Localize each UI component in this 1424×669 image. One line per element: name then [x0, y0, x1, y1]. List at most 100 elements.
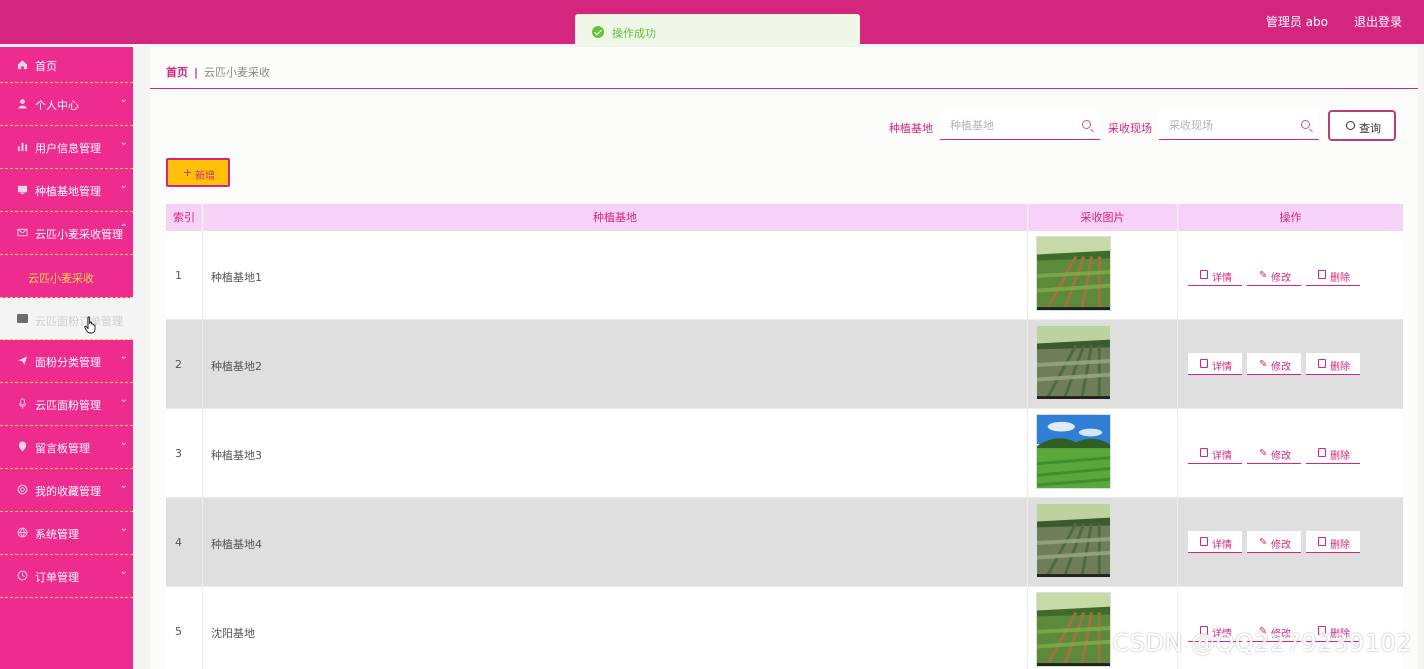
trash-icon: [1318, 537, 1326, 546]
cell-base: 种植基地4: [203, 498, 1028, 587]
harvest-photo[interactable]: [1036, 414, 1111, 489]
edit-icon: ✎: [1259, 448, 1268, 459]
detail-button[interactable]: 详情: [1188, 353, 1242, 375]
sidebar-item-home[interactable]: 首页: [0, 47, 133, 83]
document-icon: [1200, 270, 1208, 279]
cell-image: [1028, 409, 1178, 498]
sidebar-item-favorites[interactable]: 我的收藏管理 ⌄: [0, 469, 133, 512]
sidebar-subitem-label: 云匹小麦采收: [28, 272, 94, 285]
cell-image: [1028, 231, 1178, 320]
table-body: 1 种植基地1 详情 ✎ 修改 删除 2 种植基地2 详情 ✎ 修改 删除 3 …: [166, 231, 1403, 669]
sidebar-item-orders[interactable]: 订单管理 ⌄: [0, 555, 133, 598]
detail-button-label: 详情: [1212, 540, 1232, 551]
sidebar: 首页 个人中心 ⌄ 用户信息管理 ⌄ 种植基地管理 ⌄ 云匹小麦采收管理 ⌃ 云…: [0, 47, 133, 669]
detail-button[interactable]: 详情: [1188, 264, 1242, 286]
cell-base: 沈阳基地: [203, 587, 1028, 669]
admin-user-label[interactable]: 管理员 abo: [1266, 13, 1328, 30]
sidebar-item-label: 面粉分类管理: [35, 356, 101, 369]
document-icon: [1200, 359, 1208, 368]
logout-link[interactable]: 退出登录: [1354, 13, 1402, 30]
edit-button[interactable]: ✎ 修改: [1247, 531, 1301, 553]
sidebar-subitem-wheat-harvest[interactable]: 云匹小麦采收: [0, 255, 133, 298]
chevron-down-icon: ⌄: [119, 523, 128, 534]
col-header-index: 索引: [166, 204, 203, 231]
sidebar-item-planting-base[interactable]: 种植基地管理 ⌄: [0, 169, 133, 212]
success-toast: 操作成功: [575, 14, 860, 48]
harvest-photo[interactable]: [1036, 325, 1111, 400]
search-base-field[interactable]: [940, 111, 1100, 140]
col-header-image: 采收图片: [1028, 204, 1178, 231]
sidebar-item-label: 个人中心: [35, 99, 79, 112]
search-icon: [1346, 121, 1355, 130]
sidebar-item-flour[interactable]: 云匹面粉管理 ⌄: [0, 383, 133, 426]
sidebar-item-user-info[interactable]: 用户信息管理 ⌄: [0, 126, 133, 169]
location-icon: [18, 441, 27, 452]
sidebar-item-flour-orders[interactable]: 云匹面粉订单管理: [0, 298, 133, 340]
delete-button-label: 删除: [1330, 362, 1350, 373]
col-header-base: 种植基地: [203, 204, 1028, 231]
cell-actions: 详情 ✎ 修改 删除: [1178, 409, 1403, 498]
edit-button-label: 修改: [1271, 362, 1291, 373]
search-site-input[interactable]: [1159, 111, 1319, 139]
detail-button-label: 详情: [1212, 362, 1232, 373]
search-base-input[interactable]: [940, 111, 1100, 139]
detail-button-label: 详情: [1212, 273, 1232, 284]
cell-actions: 详情 ✎ 修改 删除: [1178, 498, 1403, 587]
globe-icon: [17, 527, 28, 538]
chevron-down-icon: ⌄: [119, 94, 128, 105]
table-row: 2 种植基地2 详情 ✎ 修改 删除: [166, 320, 1403, 409]
row-base-name: 沈阳基地: [211, 627, 255, 640]
edit-button[interactable]: ✎ 修改: [1247, 353, 1301, 375]
sidebar-item-label: 订单管理: [35, 571, 79, 584]
sidebar-item-label: 用户信息管理: [35, 142, 101, 155]
harvest-photo[interactable]: [1036, 236, 1111, 311]
sidebar-item-label: 我的收藏管理: [35, 485, 101, 498]
detail-button[interactable]: 详情: [1188, 531, 1242, 553]
chevron-down-icon: ⌄: [119, 566, 128, 577]
home-icon: [17, 60, 28, 70]
harvest-photo[interactable]: [1036, 503, 1111, 578]
trash-icon: [1318, 359, 1326, 368]
detail-button-label: 详情: [1212, 451, 1232, 462]
edit-button-label: 修改: [1271, 273, 1291, 284]
edit-icon: ✎: [1259, 270, 1268, 281]
chevron-down-icon: ⌄: [119, 480, 128, 491]
sidebar-item-label: 种植基地管理: [35, 185, 101, 198]
row-index: 5: [175, 625, 182, 638]
chevron-up-icon: ⌃: [119, 223, 128, 234]
cell-base: 种植基地3: [203, 409, 1028, 498]
sidebar-item-system[interactable]: 系统管理 ⌄: [0, 512, 133, 555]
trash-icon: [1318, 270, 1326, 279]
document-icon: [1200, 537, 1208, 546]
table-row: 3 种植基地3 详情 ✎ 修改 删除: [166, 409, 1403, 498]
breadcrumb-home[interactable]: 首页: [166, 66, 188, 79]
edit-icon: ✎: [1259, 359, 1268, 370]
edit-button[interactable]: ✎ 修改: [1247, 264, 1301, 286]
harvest-photo[interactable]: [1036, 592, 1111, 667]
delete-button[interactable]: 删除: [1306, 264, 1360, 286]
delete-button[interactable]: 删除: [1306, 531, 1360, 553]
row-index: 4: [175, 536, 182, 549]
delete-button-label: 删除: [1330, 273, 1350, 284]
search-site-field[interactable]: [1159, 111, 1319, 140]
add-button[interactable]: + 新增: [166, 158, 230, 187]
clock-icon: [17, 570, 28, 581]
delete-button[interactable]: 删除: [1306, 442, 1360, 464]
delete-button[interactable]: 删除: [1306, 353, 1360, 375]
mail-icon: [17, 228, 28, 237]
sidebar-item-wheat-harvest[interactable]: 云匹小麦采收管理 ⌃: [0, 212, 133, 255]
row-base-name: 种植基地2: [211, 360, 262, 373]
sidebar-item-personal-center[interactable]: 个人中心 ⌄: [0, 83, 133, 126]
breadcrumb: 首页 | 云匹小麦采收: [166, 64, 270, 80]
search-icon: [1082, 120, 1091, 129]
query-button[interactable]: 查询: [1328, 110, 1396, 141]
plus-icon: +: [183, 166, 193, 179]
cell-index: 3: [166, 409, 203, 498]
sidebar-item-flour-category[interactable]: 面粉分类管理 ⌄: [0, 340, 133, 383]
edit-button[interactable]: ✎ 修改: [1247, 442, 1301, 464]
sidebar-item-message-board[interactable]: 留言板管理 ⌄: [0, 426, 133, 469]
edit-button-label: 修改: [1271, 451, 1291, 462]
toast-message: 操作成功: [612, 27, 656, 40]
cell-base: 种植基地2: [203, 320, 1028, 409]
detail-button[interactable]: 详情: [1188, 442, 1242, 464]
